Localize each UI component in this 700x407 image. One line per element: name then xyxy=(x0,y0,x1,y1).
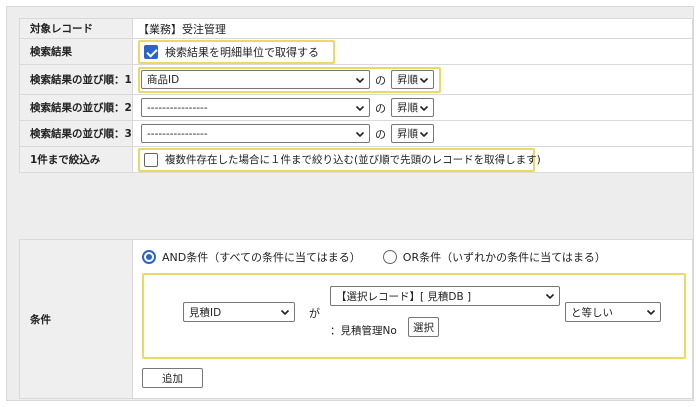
conditions-table: 条件 AND条件（すべての条件に当てはまる） OR条件（いずれかの条件に当てはま… xyxy=(19,239,693,399)
add-button[interactable]: 追加 xyxy=(142,368,203,388)
condition-source-field: ：見積管理No xyxy=(330,325,397,337)
chevron-down-icon xyxy=(646,309,656,316)
search-result-label: 検索結果 xyxy=(19,38,133,65)
chevron-down-icon xyxy=(419,105,429,111)
or-radio[interactable] xyxy=(382,250,397,264)
sort2-order-value: 昇順 xyxy=(397,102,418,114)
narrow-checkbox-label: 複数件存在した場合に１件まで絞り込む(並び順で先頭のレコードを取得します) xyxy=(165,154,541,166)
narrow-highlight: 複数件存在した場合に１件まで絞り込む(並び順で先頭のレコードを取得します) xyxy=(138,147,541,172)
target-record-row: 対象レコード 【業務】受注管理 xyxy=(19,18,693,39)
sort3-order-select[interactable]: 昇順 xyxy=(391,124,434,143)
sort2-field-select[interactable]: ---------------- xyxy=(141,98,370,117)
sort3-field-select[interactable]: ---------------- xyxy=(141,124,370,143)
detail-unit-checkbox[interactable] xyxy=(144,44,158,59)
sort2-order-select[interactable]: 昇順 xyxy=(391,98,434,117)
sort1-label: 検索結果の並び順：1 xyxy=(19,64,133,95)
narrow-label: 1件まで絞込み xyxy=(19,146,133,173)
sort1-field-value: 商品ID xyxy=(147,74,180,86)
chevron-down-icon xyxy=(355,131,365,137)
target-record-label: 対象レコード xyxy=(19,18,133,39)
sort3-row: 検索結果の並び順：3 ---------------- の 昇順 xyxy=(19,120,693,147)
search-result-row: 検索結果 検索結果を明細単位で取得する xyxy=(19,38,693,65)
sort1-highlight: 商品ID の 昇順 xyxy=(138,66,441,93)
condition-source-select[interactable]: 【選択レコード】[ 見積DB ] xyxy=(330,286,560,306)
conditions-row: 条件 AND条件（すべての条件に当てはまる） OR条件（いずれかの条件に当てはま… xyxy=(19,239,693,399)
sort3-field-value: ---------------- xyxy=(147,127,208,140)
condition-field-value: 見積ID xyxy=(189,306,222,319)
sort2-label: 検索結果の並び順：2 xyxy=(19,94,133,121)
condition-field-select[interactable]: 見積ID xyxy=(183,302,295,322)
chevron-down-icon xyxy=(545,293,555,300)
settings-panel: 対象レコード 【業務】受注管理 検索結果 検索結果を明細単位で取得する 検索結果… xyxy=(6,6,694,401)
sort1-order-select[interactable]: 昇順 xyxy=(391,70,434,89)
sort1-field-select[interactable]: 商品ID xyxy=(141,70,370,89)
and-option-label: AND条件（すべての条件に当てはまる） xyxy=(162,251,361,264)
condition-box: 見積ID が 【選択レコード】[ 見積DB ] ：見積管理No 選択 と等しい xyxy=(142,273,686,359)
target-record-value: 【業務】受注管理 xyxy=(132,18,693,39)
condition-operator-value: と等しい xyxy=(571,306,613,319)
or-option-label: OR条件（いずれかの条件に当てはまる） xyxy=(402,251,606,264)
chevron-down-icon xyxy=(280,309,290,316)
sort1-connector: の xyxy=(375,73,386,87)
chevron-down-icon xyxy=(355,105,365,111)
sort2-row: 検索結果の並び順：2 ---------------- の 昇順 xyxy=(19,94,693,121)
condition-source-value: 【選択レコード】[ 見積DB ] xyxy=(336,290,472,303)
condition-mode-group: AND条件（すべての条件に当てはまる） OR条件（いずれかの条件に当てはまる） xyxy=(138,249,692,265)
settings-table: 対象レコード 【業務】受注管理 検索結果 検索結果を明細単位で取得する 検索結果… xyxy=(19,18,693,173)
sort3-connector: の xyxy=(375,127,386,141)
narrow-checkbox[interactable] xyxy=(144,152,158,167)
conditions-label: 条件 xyxy=(19,239,133,399)
sort2-connector: の xyxy=(375,101,386,115)
condition-particle: が xyxy=(309,307,320,320)
chevron-down-icon xyxy=(419,77,429,83)
detail-unit-checkbox-label: 検索結果を明細単位で取得する xyxy=(165,45,319,59)
sort2-field-value: ---------------- xyxy=(147,101,208,114)
and-radio[interactable] xyxy=(142,250,156,264)
narrow-row: 1件まで絞込み 複数件存在した場合に１件まで絞り込む(並び順で先頭のレコードを取… xyxy=(19,146,693,173)
chevron-down-icon xyxy=(419,131,429,137)
condition-operator-select[interactable]: と等しい xyxy=(565,302,661,322)
chevron-down-icon xyxy=(355,77,365,83)
sort3-label: 検索結果の並び順：3 xyxy=(19,120,133,147)
sort1-order-value: 昇順 xyxy=(397,74,418,86)
sort1-row: 検索結果の並び順：1 商品ID の 昇順 xyxy=(19,64,693,95)
sort3-order-value: 昇順 xyxy=(397,128,418,140)
search-result-highlight: 検索結果を明細単位で取得する xyxy=(138,39,335,64)
select-button[interactable]: 選択 xyxy=(408,317,439,337)
